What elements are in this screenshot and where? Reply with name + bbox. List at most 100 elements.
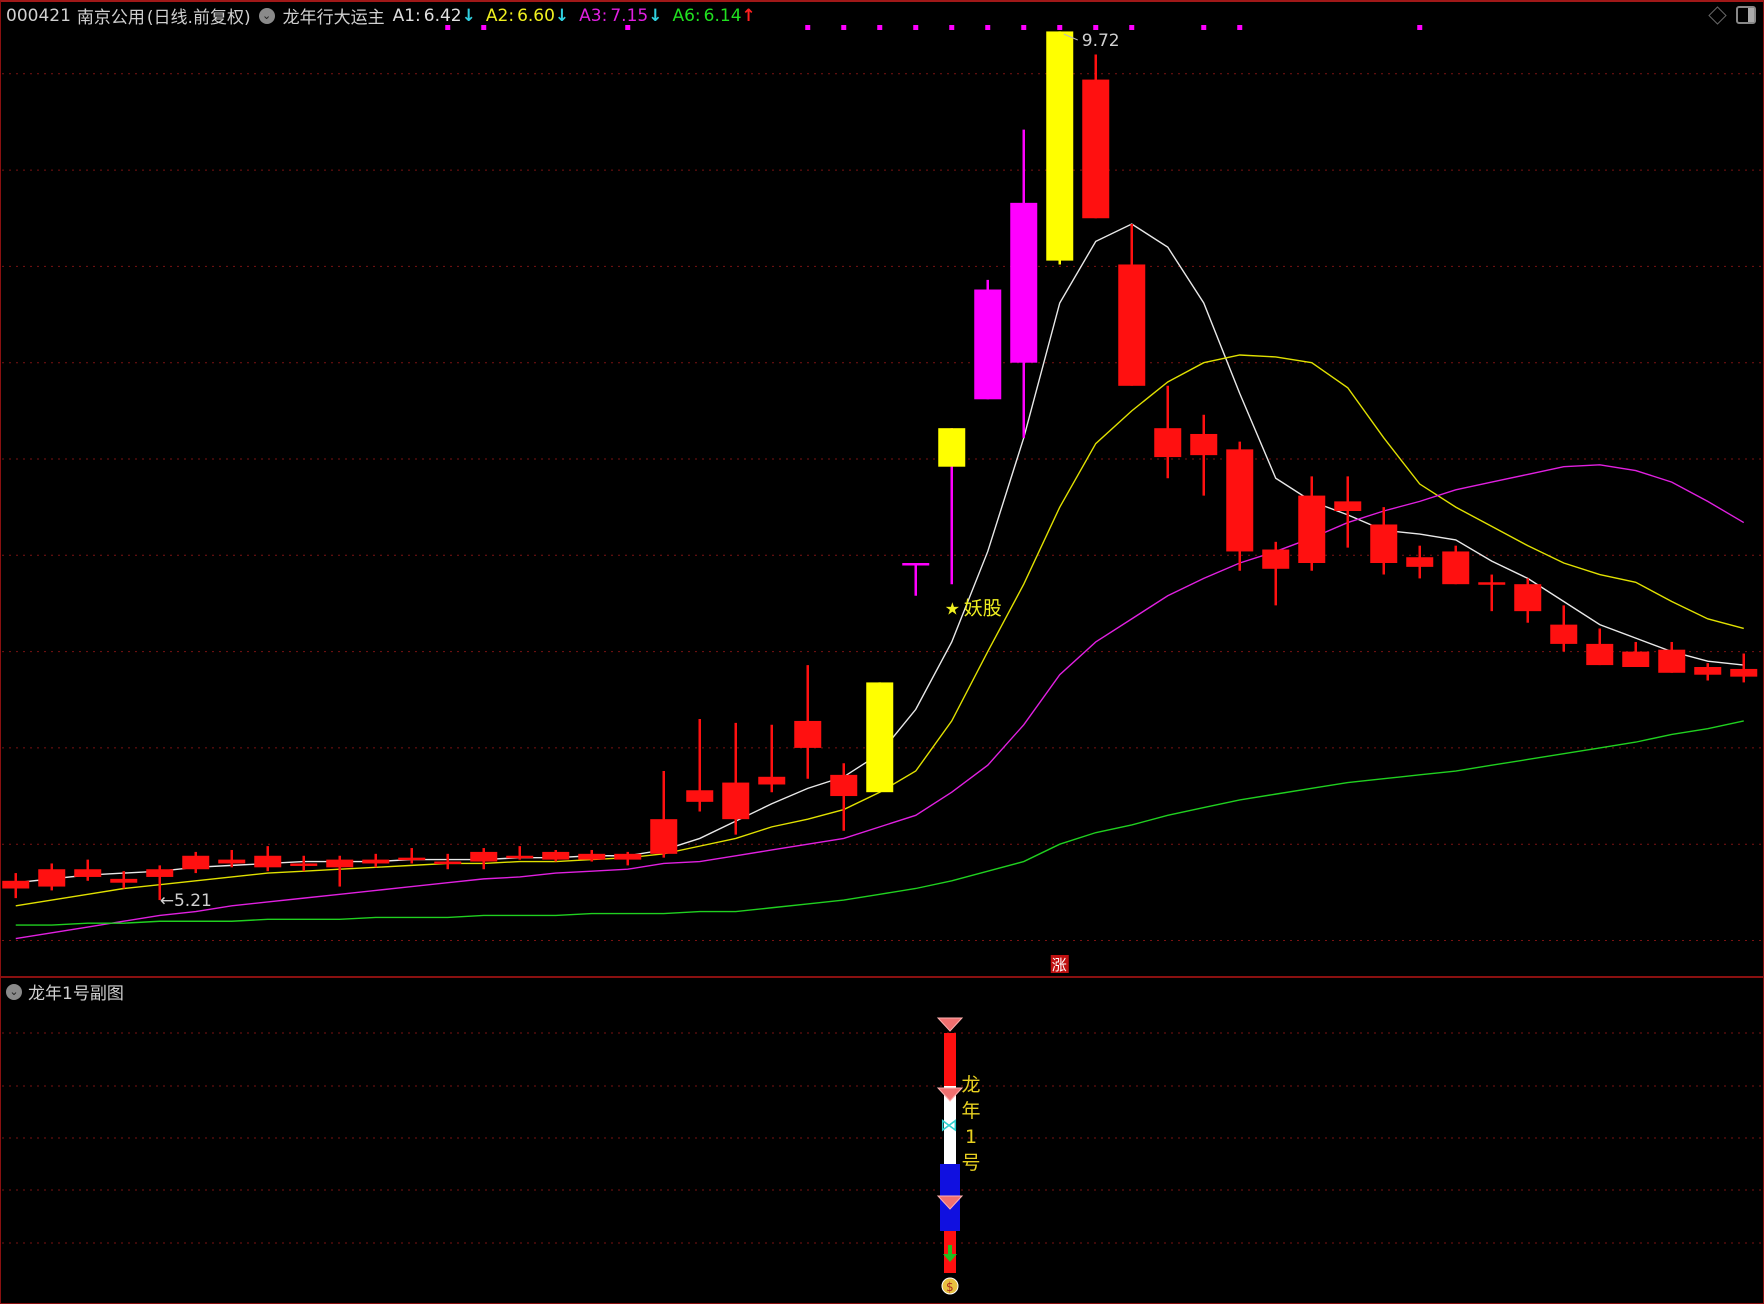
signal-dot (1093, 25, 1099, 30)
candle (1154, 385, 1182, 479)
candle (1226, 441, 1254, 571)
candle-body (1586, 643, 1614, 666)
candle (362, 853, 390, 868)
candle-body (650, 819, 678, 854)
candle (1730, 653, 1758, 683)
candle-body (830, 774, 858, 797)
candle (182, 851, 210, 874)
candle-body (866, 682, 894, 793)
candle-body (1442, 551, 1470, 585)
candle (758, 724, 786, 793)
candle-body (686, 790, 714, 802)
candle (1406, 545, 1434, 579)
value-label: A6: (672, 5, 701, 26)
signal-dot (805, 25, 811, 30)
indicator-value-a6: A6: 6.14↑ (672, 6, 755, 26)
signal-dot (1057, 25, 1063, 30)
window-controls (1708, 5, 1756, 25)
candle (1586, 628, 1614, 666)
candle-body (1226, 449, 1254, 552)
candle-body (974, 289, 1002, 400)
candle (1190, 414, 1218, 496)
candle-body (1370, 524, 1398, 564)
signal-dot (1129, 25, 1135, 30)
candle-body (1514, 584, 1542, 612)
candle-body (470, 851, 498, 862)
candle-body (1298, 495, 1326, 564)
yaogu-label: 妖股 (964, 597, 1002, 619)
indicator-dropdown-icon[interactable]: ⌄ (258, 7, 275, 24)
candle-body (182, 855, 210, 870)
candle (1622, 641, 1650, 668)
candle-body (578, 853, 606, 860)
candle (1046, 31, 1074, 265)
candle (938, 428, 966, 585)
candle-body (146, 869, 174, 877)
candle (290, 855, 318, 872)
candle (974, 279, 1002, 400)
subchart-title[interactable]: 龙年1号副图 (28, 979, 124, 1004)
butterfly-icon: ⋈ (940, 1115, 958, 1136)
chart-header: 000421 南京公用 (日线.前复权) ⌄ 龙年行大运主 A1: 6.42↓ A2… (6, 3, 756, 29)
signal-dot (1237, 25, 1243, 30)
candle-body (722, 782, 750, 820)
candle-body (434, 861, 462, 865)
candle (1514, 578, 1542, 623)
candle-body (614, 853, 642, 860)
low-price-label: ←5.21 (160, 891, 212, 911)
candle (722, 722, 750, 835)
candle-body (74, 869, 102, 877)
high-price-label: 9.72 (1082, 31, 1120, 51)
candle (614, 851, 642, 866)
star-icon: ★ (945, 599, 960, 619)
candle-body (902, 563, 930, 566)
candle-body (1082, 79, 1110, 219)
signal-dot (913, 25, 919, 30)
candle-body (506, 855, 534, 859)
candle (1694, 663, 1722, 681)
candle (794, 665, 822, 779)
signal-dot (949, 25, 955, 30)
candle-body (1190, 433, 1218, 456)
indicator-value-a3: A3: 7.15↓ (579, 6, 662, 26)
candle-body (1118, 264, 1146, 386)
candle-body (1478, 582, 1506, 585)
value-label: A1: (392, 5, 421, 26)
label-char: 龙 (961, 1074, 981, 1096)
value-number: 6.14 (703, 5, 742, 26)
indicator-value-a1: A1: 6.42↓ (393, 6, 476, 26)
candle-body (362, 859, 390, 864)
candle-body (110, 878, 138, 883)
candle-body (542, 851, 570, 860)
candle (1442, 545, 1470, 585)
value-number: 7.15 (610, 5, 649, 26)
candle-body (398, 857, 426, 861)
candle-body (218, 859, 246, 864)
candle (1298, 476, 1326, 571)
zhang-label: 涨 (1052, 956, 1067, 974)
label-char: 年 (961, 1100, 981, 1122)
value-label: A3: (579, 5, 608, 26)
candle-body (1550, 624, 1578, 644)
panel-divider[interactable] (0, 976, 1764, 978)
signal-dot (877, 25, 883, 30)
indicator-value-a2: A2: 6.60↓ (486, 6, 569, 26)
signal-dot (1201, 25, 1207, 30)
candle-body (1730, 668, 1758, 677)
diamond-icon[interactable] (1708, 5, 1727, 25)
candle-body (2, 880, 30, 889)
candle-body (1406, 557, 1434, 567)
candle (254, 846, 282, 872)
dollar-icon: $ (946, 1280, 954, 1294)
candle-body (1010, 202, 1038, 363)
panel-toggle-icon[interactable] (1736, 6, 1756, 24)
candle (1658, 641, 1686, 673)
candle-body (326, 859, 354, 868)
candle (1118, 224, 1146, 386)
candle-body (1622, 651, 1650, 668)
subchart-dropdown-icon[interactable]: ⌄ (6, 983, 22, 1000)
candle-body (1334, 501, 1362, 512)
price-chart[interactable]: 9.72 ←5.21 ★ 妖股涨 ⋈ $ (0, 0, 1764, 1303)
indicator-name[interactable]: 龙年行大运主 (283, 3, 385, 28)
candle (1262, 541, 1290, 606)
